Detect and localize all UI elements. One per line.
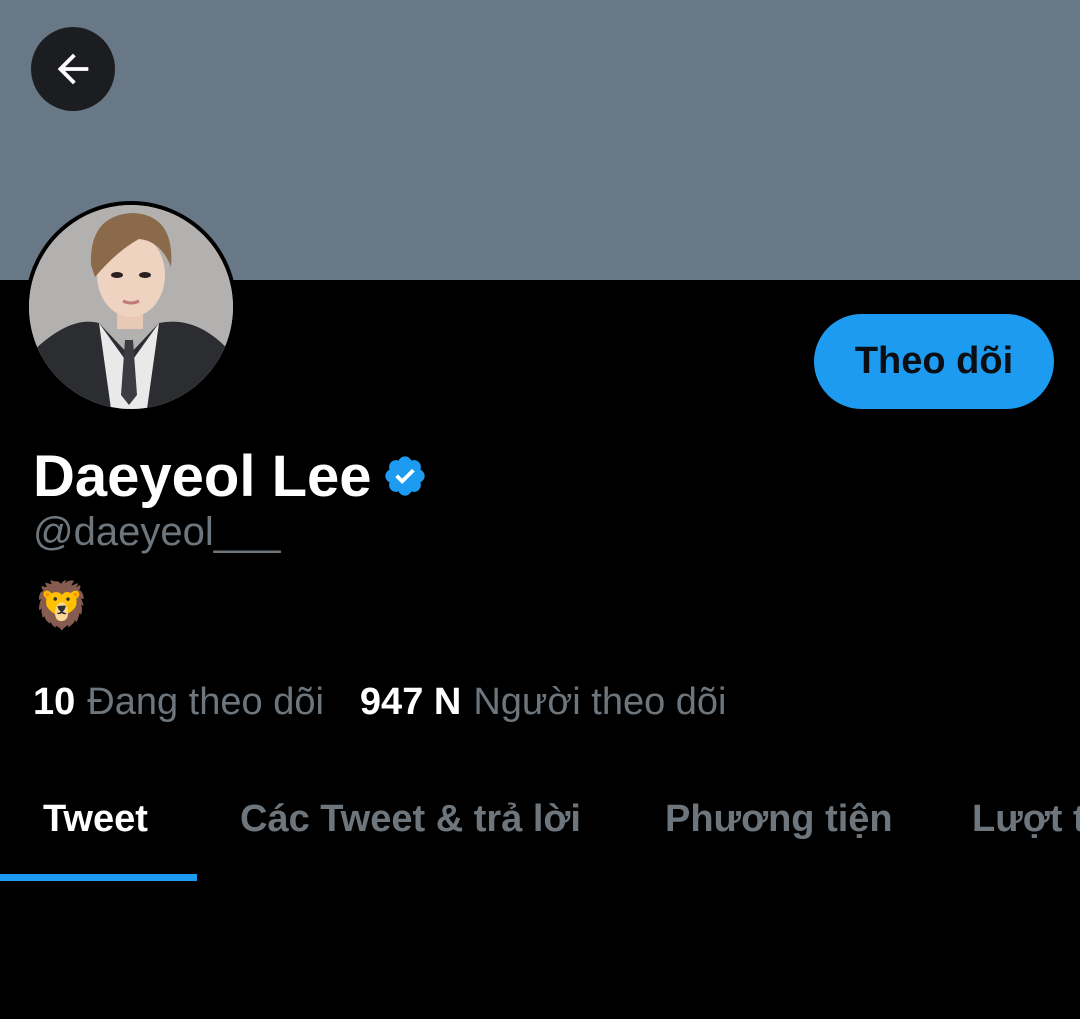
active-tab-indicator — [0, 874, 197, 881]
followers-count: 947 N — [359, 680, 462, 723]
followers-label: Người theo dõi — [473, 680, 727, 723]
following-label: Đang theo dõi — [87, 680, 324, 723]
follow-button[interactable]: Theo dõi — [814, 314, 1054, 409]
tab-tweets[interactable]: Tweet — [43, 760, 148, 878]
profile-name-row: Daeyeol Lee — [33, 438, 428, 514]
verified-badge-icon — [382, 453, 428, 499]
following-count: 10 — [33, 680, 76, 723]
profile-tabs: Tweet Các Tweet & trả lời Phương tiện Lư… — [0, 760, 1080, 882]
following-stat[interactable]: 10 Đang theo dõi — [33, 681, 324, 724]
back-button[interactable] — [31, 27, 115, 111]
display-name: Daeyeol Lee — [33, 443, 372, 509]
tab-likes[interactable]: Lượt t — [972, 760, 1080, 878]
profile-handle: @daeyeol___ — [33, 510, 281, 554]
profile-bio: 🦁 — [33, 579, 91, 631]
avatar-container[interactable] — [25, 201, 237, 413]
tab-tweets-and-replies[interactable]: Các Tweet & trả lời — [240, 760, 581, 878]
arrow-left-icon — [50, 46, 96, 92]
followers-stat[interactable]: 947 N Người theo dõi — [360, 681, 727, 724]
avatar[interactable] — [29, 205, 233, 409]
profile-stats: 10 Đang theo dõi 947 N Người theo dõi — [33, 672, 727, 732]
tab-media[interactable]: Phương tiện — [665, 760, 893, 878]
